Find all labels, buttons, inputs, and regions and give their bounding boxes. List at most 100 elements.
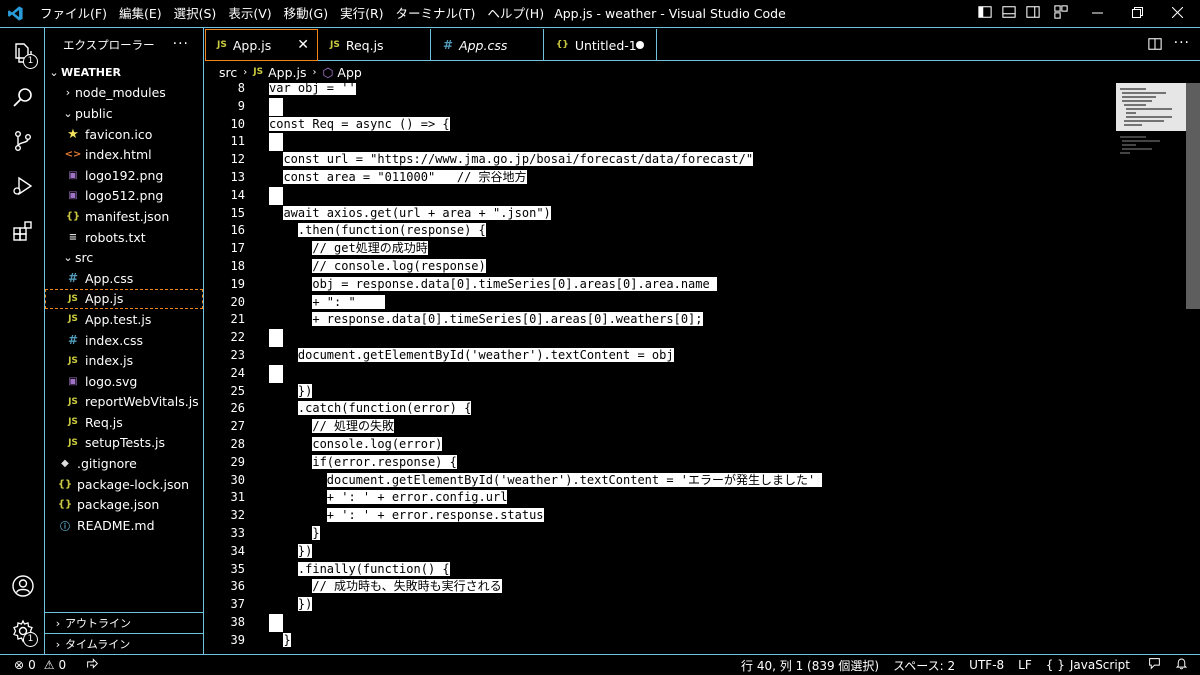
timeline-section[interactable]: › タイムライン [45,633,203,654]
vertical-scrollbar[interactable] [1186,83,1200,309]
tree-item-manifest[interactable]: {} manifest.json [45,206,203,227]
feedback-icon[interactable] [1141,657,1168,673]
menu-edit[interactable]: 編集(E) [113,0,168,28]
code-line[interactable]: 15 await axios.get(url + area + ".json") [205,205,1115,223]
tree-item-logo-svg[interactable]: ▣ logo.svg [45,371,203,392]
code-line[interactable]: 21 + response.data[0].timeSeries[0].area… [205,311,1115,329]
code-line[interactable]: 13 const area = "011000" // 宗谷地方 [205,169,1115,187]
minimize-icon[interactable] [1080,7,1114,22]
tree-item-node-modules[interactable]: › node_modules [45,83,203,104]
extensions-icon[interactable] [0,208,45,254]
tree-item-package-json[interactable]: {} package.json [45,494,203,515]
tree-item-req-js[interactable]: JS Req.js [45,412,203,433]
search-icon[interactable] [0,74,45,120]
manage-gear-icon[interactable]: 1 [0,608,45,654]
menu-file[interactable]: ファイル(F) [34,0,113,28]
run-debug-icon[interactable] [0,163,45,209]
menu-go[interactable]: 移動(G) [278,0,334,28]
code-line[interactable]: 20 + ": " [205,294,1115,312]
code-line[interactable]: 34 }) [205,543,1115,561]
minimap[interactable] [1116,83,1186,163]
code-line[interactable]: 19 obj = response.data[0].timeSeries[0].… [205,276,1115,294]
toggle-secondary-sidebar-icon[interactable] [1026,5,1040,23]
vscode-logo-icon[interactable] [0,0,30,28]
workspace-root[interactable]: ⌄ WEATHER [45,62,203,83]
tree-item-setup-tests[interactable]: JS setupTests.js [45,433,203,454]
code-line[interactable]: 33 } [205,525,1115,543]
tree-item-app-js[interactable]: JS App.js [45,288,203,310]
code-editor[interactable]: 8 var obj = '' 9 10 const Req = async () => … [205,83,1200,654]
source-control-icon[interactable] [0,118,45,164]
tab-app-css[interactable]: # App.css [431,29,544,61]
tree-item-index-js[interactable]: JS index.js [45,350,203,371]
notifications-bell-icon[interactable] [1168,657,1200,673]
menu-view[interactable]: 表示(V) [222,0,277,28]
tree-item-readme[interactable]: ⓘ README.md [45,515,203,536]
code-line[interactable]: 8 var obj = '' [205,83,1115,98]
code-line[interactable]: 26 .catch(function(error) { [205,400,1115,418]
cursor-position[interactable]: 行 40, 列 1 (839 個選択) [734,657,886,674]
code-line[interactable]: 28 console.log(error) [205,436,1115,454]
tree-item-index-html[interactable]: <> index.html [45,144,203,165]
code-line[interactable]: 36 // 成功時も、失敗時も実行される [205,578,1115,596]
code-line[interactable]: 12 const url = "https://www.jma.go.jp/bo… [205,151,1115,169]
tree-item-logo512[interactable]: ▣ logo512.png [45,186,203,207]
menu-terminal[interactable]: ターミナル(T) [390,0,482,28]
indentation-status[interactable]: スペース: 2 [886,657,962,674]
breadcrumb-folder[interactable]: src [219,65,237,80]
code-line[interactable]: 10 const Req = async () => { [205,116,1115,134]
tree-item-robots[interactable]: ≡ robots.txt [45,227,203,248]
code-line[interactable]: 29 if(error.response) { [205,454,1115,472]
code-line[interactable]: 22 [205,329,1115,347]
tree-item-favicon[interactable]: ★ favicon.ico [45,124,203,145]
tree-item-package-lock[interactable]: {} package-lock.json [45,474,203,495]
code-line[interactable]: 32 + ': ' + error.response.status [205,507,1115,525]
code-line[interactable]: 31 + ': ' + error.config.url [205,489,1115,507]
tree-item-gitignore[interactable]: ◆ .gitignore [45,453,203,474]
code-line[interactable]: 24 [205,364,1115,383]
encoding-status[interactable]: UTF-8 [962,658,1011,672]
code-line[interactable]: 30 document.getElementById('weather').te… [205,472,1115,490]
close-icon[interactable]: ✕ [297,37,309,53]
code-line[interactable]: 27 // 処理の失敗 [205,418,1115,436]
code-line[interactable]: 11 [205,133,1115,152]
code-line[interactable]: 37 }) [205,596,1115,614]
problems-status[interactable]: ⊗ 0 ⚠ 0 [0,658,73,672]
tab-untitled-1[interactable]: {} Untitled-1 [544,29,657,61]
code-line[interactable]: 18 // console.log(response) [205,258,1115,276]
eol-status[interactable]: LF [1011,658,1039,672]
code-line[interactable]: 35 .finally(function() { [205,561,1115,579]
code-line[interactable]: 17 // get処理の成功時 [205,240,1115,258]
code-line[interactable]: 25 }) [205,383,1115,401]
language-status[interactable]: { } JavaScript [1039,658,1137,672]
explorer-icon[interactable]: 1 [0,30,45,76]
tree-item-report-web-vitals[interactable]: JS reportWebVitals.js [45,392,203,413]
editor-more-icon[interactable]: ··· [1174,35,1190,51]
tree-item-src[interactable]: ⌄ src [45,247,203,268]
accounts-icon[interactable] [0,563,45,609]
customize-layout-icon[interactable] [1054,5,1068,23]
code-line[interactable]: 16 .then(function(response) { [205,222,1115,240]
split-editor-icon[interactable] [1148,37,1162,55]
breadcrumb-symbol[interactable]: App [337,65,361,80]
code-line[interactable]: 23 document.getElementById('weather').te… [205,347,1115,365]
tab-req-js[interactable]: JS Req.js [318,29,431,61]
toggle-primary-sidebar-icon[interactable] [978,5,992,23]
code-line[interactable]: 14 [205,186,1115,205]
code-line[interactable]: 39 } [205,632,1115,650]
outline-section[interactable]: › アウトライン [45,612,203,633]
toggle-panel-icon[interactable] [1002,5,1016,23]
tree-item-index-css[interactable]: # index.css [45,330,203,351]
code-line[interactable]: 9 [205,97,1115,116]
tab-app-js[interactable]: JS App.js ✕ [205,29,318,61]
breadcrumb-file[interactable]: App.js [268,65,306,80]
unsaved-dot-icon[interactable] [636,41,644,49]
tree-item-logo192[interactable]: ▣ logo192.png [45,165,203,186]
menu-run[interactable]: 実行(R) [334,0,389,28]
code-line[interactable]: 38 [205,614,1115,632]
tree-item-app-css[interactable]: # App.css [45,268,203,289]
tree-item-app-test-js[interactable]: JS App.test.js [45,309,203,330]
menu-selection[interactable]: 選択(S) [168,0,223,28]
close-window-icon[interactable] [1160,6,1194,22]
more-actions-icon[interactable]: ··· [173,36,189,52]
